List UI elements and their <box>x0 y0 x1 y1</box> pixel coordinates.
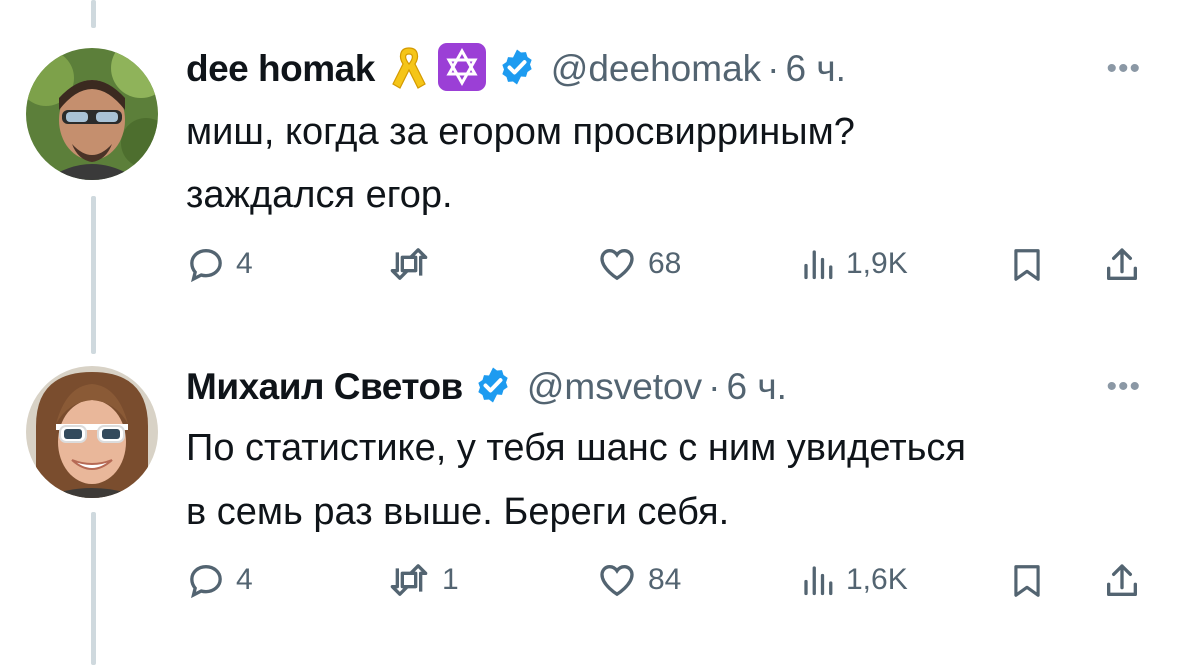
bookmark-icon <box>1014 249 1040 281</box>
tweet-text-line: По статистике, у тебя шанс с ним увидеть… <box>186 427 967 469</box>
star-of-david-icon <box>437 42 487 97</box>
bookmark-button[interactable] <box>1008 560 1046 602</box>
display-name[interactable]: Михаил Светов <box>186 366 463 408</box>
share-button[interactable] <box>1102 244 1142 286</box>
tweet[interactable]: Михаил Светов @msvetov · 6 ч. ••• По ста… <box>0 330 1179 665</box>
verified-badge-icon <box>497 47 537 92</box>
heart-icon <box>600 564 634 597</box>
tweet-actions: 4 68 1,9K <box>186 244 1146 288</box>
reply-button[interactable]: 4 <box>186 244 253 284</box>
like-button[interactable]: 84 <box>596 560 681 600</box>
reply-icon <box>190 564 222 599</box>
tweet-actions: 4 1 84 1,6K <box>186 560 1146 604</box>
separator-dot: · <box>767 48 780 89</box>
views-count: 1,9K <box>846 247 908 280</box>
reply-button[interactable]: 4 <box>186 560 253 600</box>
reply-icon <box>190 248 222 283</box>
bookmark-icon <box>1014 565 1040 597</box>
views-chart-icon <box>804 250 833 280</box>
retweet-icon <box>390 248 428 280</box>
reply-count: 4 <box>236 563 253 596</box>
tweet-text: миш, когда за егором просвирриным? зажда… <box>186 104 1146 223</box>
tweet-header: dee homak @deehomak · 6 ч. <box>186 42 846 97</box>
yellow-ribbon-icon <box>391 44 427 95</box>
views-count: 1,6K <box>846 563 908 596</box>
share-button[interactable] <box>1102 560 1142 602</box>
like-count: 84 <box>648 563 682 596</box>
handle[interactable]: @msvetov <box>527 366 702 408</box>
share-icon <box>1107 248 1137 280</box>
heart-icon <box>600 248 634 281</box>
views-button[interactable]: 1,9K <box>800 244 908 284</box>
verified-badge-icon <box>473 365 513 410</box>
like-button[interactable]: 68 <box>596 244 681 284</box>
avatar[interactable] <box>26 366 158 498</box>
views-chart-icon <box>804 566 833 596</box>
avatar[interactable] <box>26 48 158 180</box>
display-name[interactable]: dee homak <box>186 48 375 90</box>
tweet-text-line: в семь раз выше. Береги себя. <box>186 491 730 533</box>
retweet-button[interactable] <box>386 244 442 284</box>
retweet-count: 1 <box>442 563 459 596</box>
more-options-icon[interactable]: ••• <box>1106 370 1141 404</box>
handle[interactable]: @deehomak <box>551 48 761 90</box>
timestamp[interactable]: 6 ч. <box>785 48 845 90</box>
timestamp[interactable]: 6 ч. <box>726 366 786 408</box>
tweet-text: По статистике, у тебя шанс с ним увидеть… <box>186 420 1146 540</box>
tweet[interactable]: dee homak @deehomak · 6 ч. ••• миш, когд… <box>0 0 1179 320</box>
bookmark-button[interactable] <box>1008 244 1046 286</box>
separator-dot: · <box>708 366 721 407</box>
retweet-button[interactable]: 1 <box>386 560 459 600</box>
tweet-header: Михаил Светов @msvetov · 6 ч. <box>186 362 787 412</box>
like-count: 68 <box>648 247 682 280</box>
tweet-text-line: миш, когда за егором просвирриным? <box>186 111 855 153</box>
share-icon <box>1107 564 1137 596</box>
retweet-icon <box>390 564 428 596</box>
more-options-icon[interactable]: ••• <box>1106 52 1141 86</box>
reply-count: 4 <box>236 247 253 280</box>
tweet-text-line: заждался егор. <box>186 174 453 216</box>
views-button[interactable]: 1,6K <box>800 560 908 600</box>
